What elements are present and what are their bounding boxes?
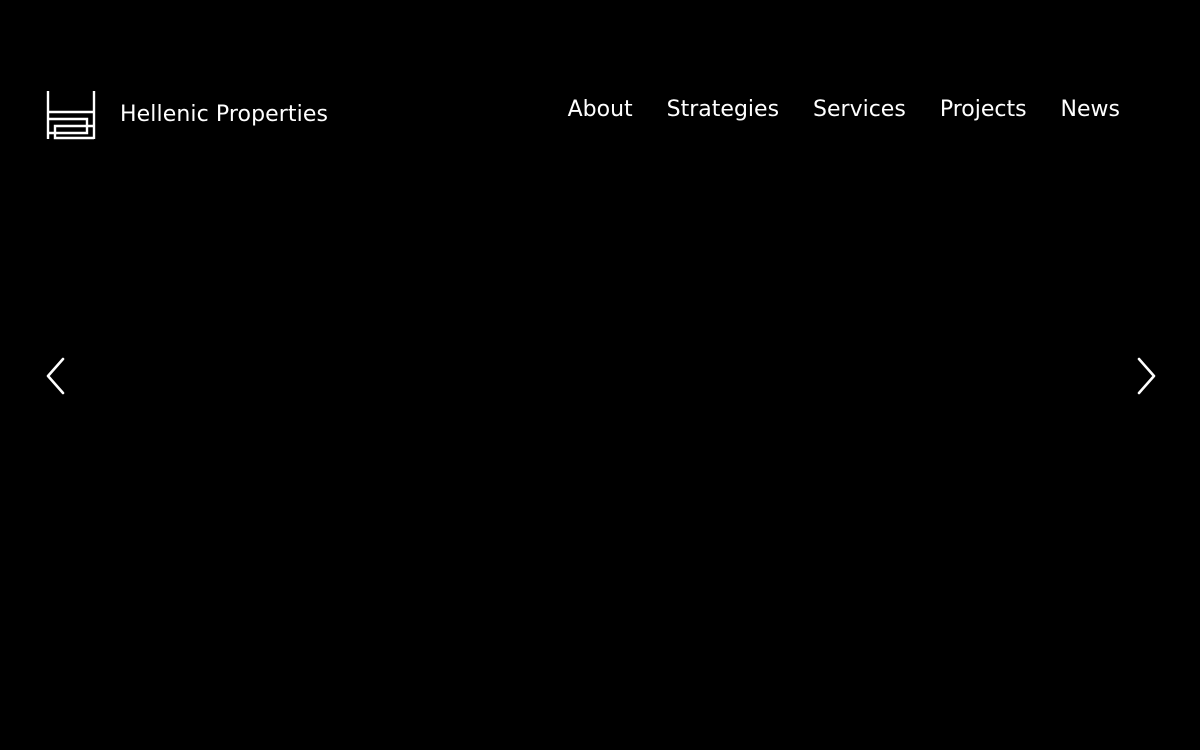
main-nav: About Strategies Services Projects News [568, 96, 1120, 124]
nav-item-about[interactable]: About [568, 96, 633, 124]
chevron-right-icon[interactable] [1134, 356, 1158, 396]
hero-slider [0, 230, 1200, 750]
hellenic-properties-logo-icon [46, 91, 96, 140]
nav-item-projects[interactable]: Projects [940, 96, 1027, 124]
nav-item-strategies[interactable]: Strategies [667, 96, 779, 124]
brand-name: Hellenic Properties [120, 102, 329, 127]
nav-item-services[interactable]: Services [813, 96, 906, 124]
page: Hellenic Properties About Strategies Ser… [0, 0, 1200, 750]
nav-item-news[interactable]: News [1061, 96, 1120, 124]
brand-home-link[interactable]: Hellenic Properties [46, 90, 328, 140]
site-header: Hellenic Properties About Strategies Ser… [0, 0, 1200, 230]
chevron-left-icon[interactable] [44, 356, 68, 396]
